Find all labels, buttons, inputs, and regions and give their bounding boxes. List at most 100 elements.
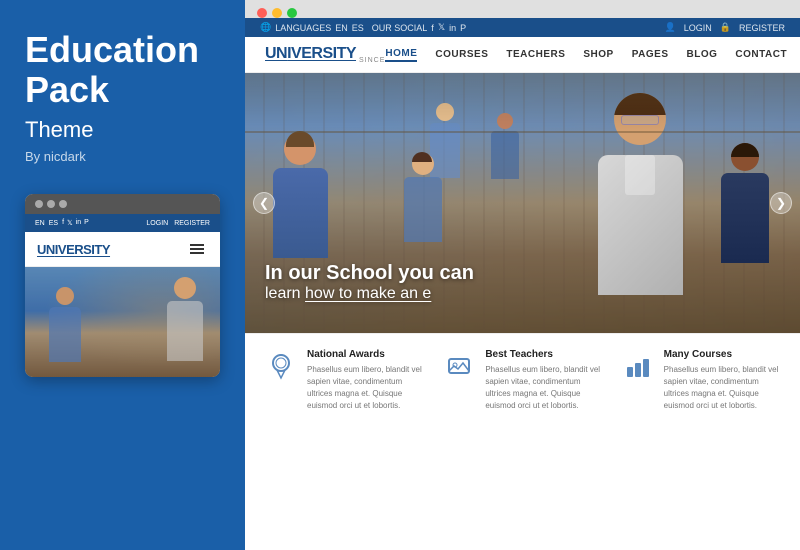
mobile-hero-image (25, 267, 220, 377)
title-line2: Pack (25, 69, 109, 110)
hero-next-arrow[interactable]: ❯ (770, 192, 792, 214)
mobile-figure2-body (167, 301, 203, 361)
pinterest-icon[interactable]: P (460, 23, 466, 33)
feature-awards-text: National Awards Phasellus eum libero, bl… (307, 349, 423, 412)
lang-es[interactable]: ES (352, 23, 364, 33)
rs-body (721, 173, 769, 263)
feature-courses-desc: Phasellus eum libero, blandit vel sapien… (664, 364, 780, 412)
teachers-icon (443, 351, 475, 383)
author-credit: By nicdark (25, 149, 220, 164)
mobile-mockup: EN ES f 𝕏 in P LOGIN REGISTER UNIVERSITY (25, 194, 220, 377)
feature-teachers-text: Best Teachers Phasellus eum libero, blan… (485, 349, 601, 412)
feature-teachers-desc: Phasellus eum libero, blandit vel sapien… (485, 364, 601, 412)
product-subtitle: Theme (25, 117, 220, 143)
site-logo[interactable]: UNIVERSITYSINCE (265, 45, 385, 64)
mobile-pinterest-icon[interactable]: P (84, 219, 89, 227)
cbs-body (404, 177, 442, 242)
twitter-icon[interactable]: 𝕏 (438, 22, 445, 33)
site-menu: HOME COURSES TEACHERS SHOP PAGES BLOG CO… (385, 48, 800, 62)
mobile-nav-left: EN ES f 𝕏 in P (35, 219, 89, 227)
user-icon: 👤 (665, 22, 676, 33)
nav-blog[interactable]: BLOG (687, 49, 718, 60)
hero-prev-arrow[interactable]: ❮ (253, 192, 275, 214)
right-panel: 🌐 LANGUAGES EN ES OUR SOCIAL f 𝕏 in P 👤 … (245, 0, 800, 550)
globe-icon: 🌐 (260, 22, 271, 33)
nav-shop[interactable]: SHOP (583, 49, 613, 60)
login-link[interactable]: LOGIN (684, 23, 712, 33)
hero-sub-text: learn how to make an e (265, 285, 474, 303)
site-topbar: 🌐 LANGUAGES EN ES OUR SOCIAL f 𝕏 in P 👤 … (245, 18, 800, 37)
mobile-figure-1 (45, 287, 85, 367)
topbar-right: 👤 LOGIN 🔒 REGISTER (665, 22, 785, 33)
nav-contact[interactable]: CONTACT (735, 49, 787, 60)
feature-awards-desc: Phasellus eum libero, blandit vel sapien… (307, 364, 423, 412)
topbar-languages: 🌐 LANGUAGES EN ES (260, 22, 364, 33)
mobile-site-logo[interactable]: UNIVERSITY (37, 242, 110, 257)
logo-un-part: UN (265, 45, 287, 62)
browser-dot-yellow[interactable] (272, 8, 282, 18)
mobile-dot-2 (47, 200, 55, 208)
linkedin-icon[interactable]: in (449, 23, 456, 33)
title-line1: Education (25, 29, 199, 70)
mobile-hamburger-menu[interactable] (186, 240, 208, 258)
right-student (710, 143, 780, 283)
hero-text: In our School you can learn how to make … (265, 261, 474, 303)
browser-dot-red[interactable] (257, 8, 267, 18)
hamburger-line-3 (190, 252, 204, 254)
site-hero: ❮ ❯ In our School you can learn how to m… (245, 73, 800, 333)
nav-courses[interactable]: COURSES (435, 49, 488, 60)
mobile-login-link[interactable]: LOGIN (146, 220, 168, 227)
our-social-label: OUR SOCIAL (372, 23, 428, 33)
bs2-body (491, 131, 519, 179)
mobile-nav-right: LOGIN REGISTER (146, 220, 210, 227)
hero-sub-underlined: how to make an e (305, 285, 431, 302)
mobile-logo-rest: IVERSITY (55, 242, 110, 257)
award-icon (265, 351, 297, 383)
mobile-logo-bar: UNIVERSITY (25, 232, 220, 267)
hero-main-text: In our School you can (265, 261, 474, 285)
mobile-facebook-icon[interactable]: f (62, 219, 64, 227)
mobile-dot-3 (59, 200, 67, 208)
mobile-lang-es[interactable]: ES (49, 220, 58, 227)
prev-arrow-icon: ❮ (259, 196, 269, 210)
mobile-figure-head (56, 287, 74, 305)
feature-awards-title: National Awards (307, 349, 423, 360)
feature-courses: Many Courses Phasellus eum libero, bland… (622, 349, 780, 412)
browser-dot-green[interactable] (287, 8, 297, 18)
browser-content: 🌐 LANGUAGES EN ES OUR SOCIAL f 𝕏 in P 👤 … (245, 18, 800, 550)
mobile-register-link[interactable]: REGISTER (174, 220, 210, 227)
features-row: National Awards Phasellus eum libero, bl… (245, 333, 800, 427)
mobile-lang-en[interactable]: EN (35, 220, 45, 227)
mobile-figure2-head (174, 277, 196, 299)
facebook-icon[interactable]: f (431, 23, 434, 33)
feature-courses-text: Many Courses Phasellus eum libero, bland… (664, 349, 780, 412)
hero-sub-prefix: learn (265, 285, 305, 302)
nav-teachers[interactable]: TEACHERS (506, 49, 565, 60)
fsl-head (284, 133, 316, 165)
next-arrow-icon: ❯ (776, 196, 786, 210)
main-shirt-detail (625, 155, 655, 195)
feature-awards: National Awards Phasellus eum libero, bl… (265, 349, 423, 412)
product-title: Education Pack (25, 30, 220, 109)
mobile-twitter-icon[interactable]: 𝕏 (67, 219, 73, 227)
topbar-auth: 👤 LOGIN 🔒 REGISTER (665, 22, 785, 33)
bookshelf-top (245, 73, 800, 133)
left-panel: Education Pack Theme By nicdark EN ES f … (0, 0, 245, 550)
hamburger-line-1 (190, 244, 204, 246)
feature-teachers: Best Teachers Phasellus eum libero, blan… (443, 349, 601, 412)
mobile-linkedin-icon[interactable]: in (76, 219, 81, 227)
fsl-hair (286, 131, 314, 147)
nav-pages[interactable]: PAGES (632, 49, 669, 60)
browser-chrome (245, 0, 800, 18)
cbs-hair (412, 152, 432, 162)
fsl-body (273, 168, 328, 258)
feature-courses-title: Many Courses (664, 349, 780, 360)
nav-home[interactable]: HOME (385, 48, 417, 62)
register-link[interactable]: REGISTER (739, 23, 785, 33)
lang-en[interactable]: EN (335, 23, 348, 33)
mobile-social-icons: f 𝕏 in P (62, 219, 89, 227)
feature-teachers-title: Best Teachers (485, 349, 601, 360)
rs-hair (731, 143, 759, 157)
center-back-student (395, 153, 450, 253)
logo-rest-part: IVERSITY (287, 45, 356, 62)
